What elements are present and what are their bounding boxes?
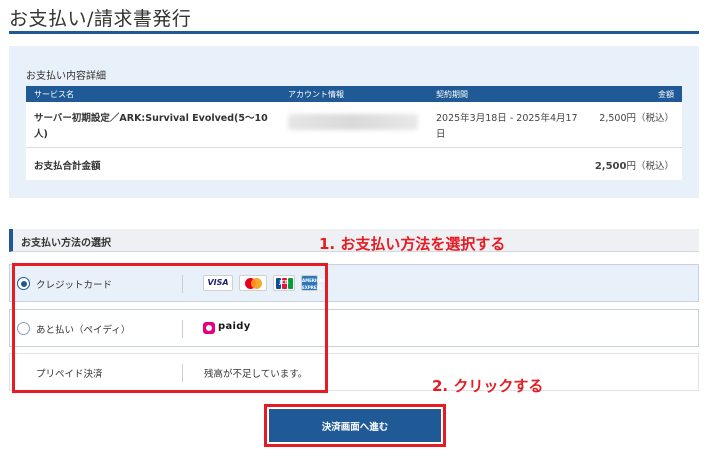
column-header-account: アカウント情報 bbox=[288, 90, 344, 99]
column-header-service: サービス名 bbox=[34, 90, 74, 99]
service-amount: 2,500円（税込） bbox=[599, 113, 674, 124]
annotation-box-button bbox=[264, 404, 446, 447]
total-row: お支払合計金額 2,500円（税込） bbox=[26, 148, 682, 180]
total-amount: 2,500円（税込） bbox=[595, 158, 674, 172]
payment-detail-heading: お支払い内容詳細 bbox=[26, 71, 106, 82]
title-underline bbox=[9, 31, 699, 34]
annotation-step2: 2. クリックする bbox=[432, 377, 544, 395]
contract-period: 2025年3月18日 - 2025年4月17日 bbox=[436, 113, 578, 140]
table-row: サーバー初期設定／ARK:Survival Evolved(5〜10人) 202… bbox=[26, 102, 682, 148]
column-header-amount: 金額 bbox=[658, 90, 674, 99]
annotation-box-payment-options bbox=[12, 263, 328, 393]
page-title: お支払い/請求書発行 bbox=[9, 8, 192, 30]
table-header: サービス名 アカウント情報 契約期間 金額 bbox=[26, 86, 682, 102]
payment-method-heading: お支払い方法の選択 bbox=[21, 238, 111, 249]
account-info-blurred bbox=[288, 114, 418, 130]
total-amount-value: 2,500 bbox=[594, 161, 627, 172]
service-name: サーバー初期設定／ARK:Survival Evolved(5〜10人) bbox=[34, 113, 268, 140]
total-amount-unit: 円（税込） bbox=[626, 161, 674, 172]
total-label: お支払合計金額 bbox=[34, 161, 101, 172]
payment-detail-panel: お支払い内容詳細 サービス名 アカウント情報 契約期間 金額 サーバー初期設定／… bbox=[9, 46, 699, 198]
payment-detail-table: サービス名 アカウント情報 契約期間 金額 サーバー初期設定／ARK:Survi… bbox=[26, 86, 682, 180]
column-header-period: 契約期間 bbox=[436, 90, 468, 99]
annotation-step1: 1. お支払い方法を選択する bbox=[319, 235, 506, 253]
